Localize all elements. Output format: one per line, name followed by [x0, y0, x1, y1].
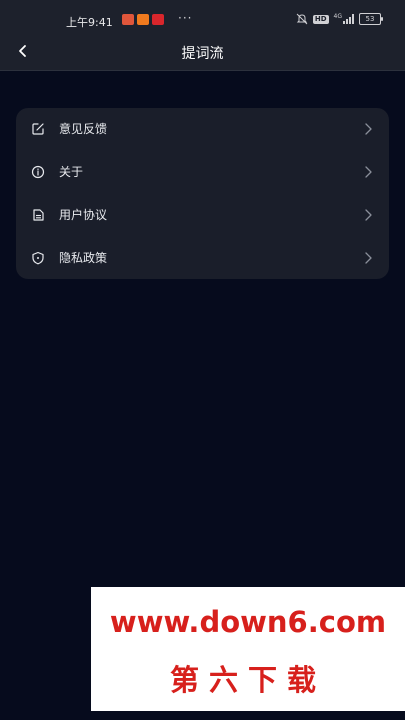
watermark-name: 第六下载	[169, 663, 326, 697]
chevron-right-icon	[365, 252, 372, 264]
app-header: 提词流	[0, 34, 405, 71]
app-notification-icon	[122, 14, 134, 25]
chevron-right-icon	[365, 166, 372, 178]
watermark-url: www.down6.com	[109, 605, 387, 639]
status-app-icons	[122, 14, 164, 25]
hd-badge: HD	[312, 14, 329, 24]
menu-item-user-agreement[interactable]: 用户协议	[16, 194, 389, 236]
watermark: www.down6.com 第六下载	[91, 587, 405, 711]
page-title: 提词流	[181, 46, 224, 62]
feedback-edit-icon	[32, 123, 44, 135]
menu-item-feedback[interactable]: 意见反馈	[16, 108, 389, 150]
status-time: 上午9:41	[66, 16, 113, 29]
info-icon	[31, 165, 45, 179]
network-type: 4G	[333, 13, 342, 20]
menu-item-privacy-policy[interactable]: 隐私政策	[16, 237, 389, 279]
menu-item-label: 用户协议	[59, 208, 108, 222]
status-indicators: HD 4G 53	[296, 13, 383, 25]
shield-icon	[32, 251, 44, 265]
bell-off-icon	[296, 13, 308, 25]
chevron-right-icon	[365, 123, 372, 135]
menu-item-label: 关于	[59, 165, 84, 179]
document-icon	[33, 209, 44, 221]
menu-item-label: 意见反馈	[59, 122, 108, 136]
chevron-right-icon	[365, 209, 372, 221]
signal-icon	[343, 14, 354, 24]
battery-icon: 53	[359, 13, 383, 25]
menu-item-about[interactable]: 关于	[16, 151, 389, 193]
status-bar: 上午9:41 ··· HD 4G 53	[0, 0, 405, 34]
status-more-icon: ···	[178, 11, 193, 25]
menu-item-label: 隐私政策	[59, 251, 108, 265]
app-notification-icon	[137, 14, 149, 25]
settings-menu-card: 意见反馈 关于 用户协议 隐私政策	[16, 108, 389, 279]
app-notification-icon	[152, 14, 164, 25]
